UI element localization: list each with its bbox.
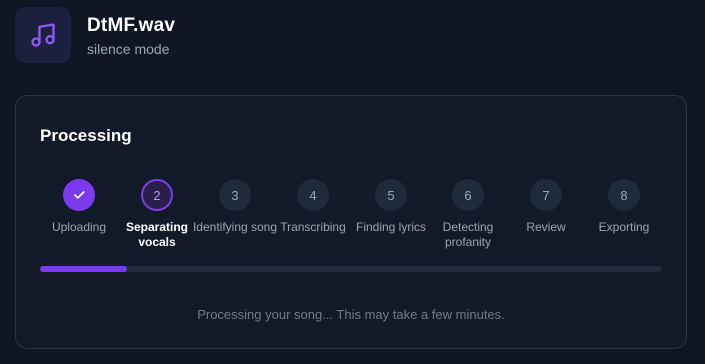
- progress-bar: [40, 266, 662, 272]
- progress-bar-fill: [40, 266, 128, 272]
- step-separating-vocals: 2 Separating vocals: [114, 179, 200, 250]
- step-circle-done: [63, 179, 95, 211]
- step-label: Finding lyrics: [355, 220, 427, 234]
- step-transcribing: 4 Transcribing: [270, 179, 356, 235]
- music-note-icon: [31, 23, 55, 47]
- file-title-block: DtMF.wav silence mode: [87, 14, 175, 57]
- step-label: Detecting profanity: [442, 220, 494, 249]
- step-label: Exporting: [598, 220, 650, 234]
- step-label: Review: [526, 220, 566, 234]
- step-review: 7 Review: [503, 179, 589, 235]
- step-circle-active: 2: [141, 179, 173, 211]
- file-title: DtMF.wav: [87, 14, 176, 36]
- file-mode-subtitle: silence mode: [87, 40, 170, 57]
- step-circle: 6: [452, 179, 484, 211]
- processing-title: Processing: [40, 126, 132, 145]
- step-circle: 7: [530, 179, 562, 211]
- file-icon-tile: [15, 7, 71, 63]
- step-exporting: 8 Exporting: [581, 179, 667, 235]
- step-finding-lyrics: 5 Finding lyrics: [348, 179, 434, 235]
- step-uploading: Uploading: [36, 179, 122, 235]
- step-indicator: Uploading 2 Separating vocals 3 Identify…: [16, 179, 686, 259]
- step-detecting-profanity: 6 Detecting profanity: [425, 179, 511, 250]
- step-label: Uploading: [51, 220, 107, 234]
- processing-card: Processing Uploading 2 Separating vocals…: [15, 95, 687, 349]
- step-label: Separating vocals: [125, 220, 188, 249]
- step-circle: 5: [375, 179, 407, 211]
- check-icon: [74, 191, 85, 199]
- status-message: Processing your song... This may take a …: [197, 307, 505, 322]
- step-label: Identifying song: [192, 220, 278, 234]
- step-identifying-song: 3 Identifying song: [192, 179, 278, 235]
- step-label: Transcribing: [280, 220, 346, 234]
- file-header: DtMF.wav silence mode: [15, 7, 175, 63]
- step-circle: 3: [219, 179, 251, 211]
- step-circle: 8: [608, 179, 640, 211]
- step-circle: 4: [297, 179, 329, 211]
